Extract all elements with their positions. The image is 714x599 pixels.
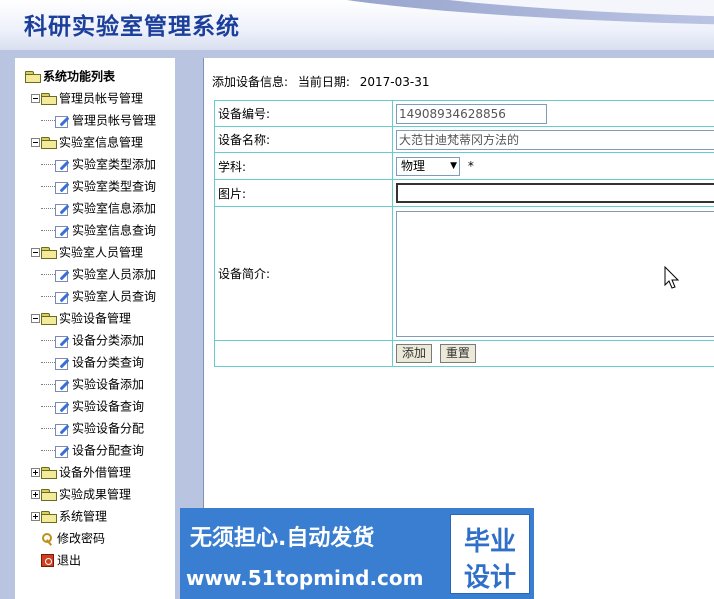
tree-item-assign-query[interactable]: 设备分配查询	[41, 440, 144, 460]
empty-cell	[214, 340, 393, 367]
tree-group-equipment[interactable]: 实验设备管理	[31, 308, 131, 328]
edit-page-icon	[55, 356, 70, 370]
info-line: 添加设备信息: 当前日期: 2017-03-31	[212, 73, 430, 90]
device-form: 设备编号: 设备名称: 学科: 物理 ▼ * 图片: 设备简介:	[214, 100, 714, 367]
folder-open-icon	[41, 137, 57, 149]
tree-item-lab-staff-add[interactable]: 实验室人员添加	[41, 264, 156, 284]
folder-icon	[41, 489, 57, 501]
subject-label: 学科:	[214, 152, 393, 180]
tree-item-lab-staff-query[interactable]: 实验室人员查询	[41, 286, 156, 306]
form-row: 添加 重置	[214, 340, 714, 367]
watermark-badge: 毕业 设计	[450, 514, 530, 594]
folder-open-icon	[41, 247, 57, 259]
edit-page-icon	[55, 378, 70, 392]
expand-icon[interactable]	[31, 490, 40, 499]
expand-icon[interactable]	[31, 512, 40, 521]
form-row: 设备简介:	[214, 206, 714, 341]
tree-root[interactable]: 系统功能列表	[25, 66, 115, 86]
edit-page-icon	[55, 202, 70, 216]
image-label: 图片:	[214, 179, 393, 207]
subject-selected-value: 物理	[401, 158, 426, 173]
form-row: 图片:	[214, 179, 714, 207]
form-cell: 添加 重置	[392, 340, 714, 367]
form-row: 设备编号:	[214, 100, 714, 127]
sidebar: 系统功能列表 管理员帐号管理 管理员帐号管理 实验室信息管理 实验室类型添加 实…	[15, 58, 175, 599]
folder-open-icon	[25, 71, 41, 83]
collapse-icon[interactable]	[31, 138, 40, 147]
intro-label: 设备简介:	[214, 206, 393, 341]
edit-page-icon	[55, 422, 70, 436]
edit-page-icon	[55, 290, 70, 304]
folder-open-icon	[41, 313, 57, 325]
edit-page-icon	[55, 268, 70, 282]
page-heading: 添加设备信息:	[212, 75, 289, 89]
tree-item-lab-type-add[interactable]: 实验室类型添加	[41, 154, 156, 174]
tree-item-admin-account[interactable]: 管理员帐号管理	[41, 110, 156, 130]
key-icon	[41, 532, 55, 546]
tree-item-lab-info-add[interactable]: 实验室信息添加	[41, 198, 156, 218]
watermark-line1: 无须担心.自动发货	[190, 526, 375, 551]
date-label: 当前日期:	[297, 75, 350, 89]
form-row: 学科: 物理 ▼ *	[214, 152, 714, 180]
watermark-badge-line2: 设计	[463, 563, 516, 593]
dropdown-arrow-icon: ▼	[450, 160, 457, 171]
mouse-cursor-icon	[664, 266, 680, 289]
header: 科研实验室管理系统	[0, 0, 714, 50]
edit-page-icon	[55, 114, 70, 128]
form-cell	[392, 100, 714, 127]
tree-item-equipment-query[interactable]: 实验设备查询	[41, 396, 144, 416]
exit-icon	[41, 554, 54, 567]
tree-root-label: 系统功能列表	[43, 69, 116, 84]
tree-item-lab-info-query[interactable]: 实验室信息查询	[41, 220, 156, 240]
watermark-badge-line1: 毕业	[463, 527, 516, 557]
image-input[interactable]	[396, 183, 714, 203]
device-id-input[interactable]	[396, 103, 547, 124]
tree-group-lab-info[interactable]: 实验室信息管理	[31, 132, 143, 152]
collapse-icon[interactable]	[31, 94, 40, 103]
tree-group-results[interactable]: 实验成果管理	[31, 484, 131, 504]
folder-icon	[41, 467, 57, 479]
app-title: 科研实验室管理系统	[24, 13, 240, 40]
required-mark: *	[467, 159, 474, 173]
watermark-banner: 无须担心.自动发货 www.51topmind.com 毕业 设计	[180, 508, 534, 599]
edit-page-icon	[55, 400, 70, 414]
tree-group-system[interactable]: 系统管理	[31, 506, 107, 526]
subject-select[interactable]: 物理 ▼	[396, 156, 460, 176]
date-value: 2017-03-31	[359, 74, 430, 89]
change-password-link[interactable]: 修改密码	[41, 528, 105, 548]
form-cell	[392, 179, 714, 207]
form-cell	[392, 126, 714, 153]
add-button[interactable]: 添加	[396, 344, 433, 363]
tree-item-equipment-add[interactable]: 实验设备添加	[41, 374, 144, 394]
tree-group-lending[interactable]: 设备外借管理	[31, 462, 131, 482]
tree-group-admin[interactable]: 管理员帐号管理	[31, 88, 143, 108]
folder-open-icon	[41, 93, 57, 105]
tree-group-lab-staff[interactable]: 实验室人员管理	[31, 242, 143, 262]
edit-page-icon	[55, 444, 70, 458]
form-cell: 物理 ▼ *	[392, 152, 714, 180]
edit-page-icon	[55, 180, 70, 194]
edit-page-icon	[55, 224, 70, 238]
expand-icon[interactable]	[31, 468, 40, 477]
device-name-label: 设备名称:	[214, 126, 393, 153]
collapse-icon[interactable]	[31, 248, 40, 257]
reset-button[interactable]: 重置	[439, 344, 476, 363]
collapse-icon[interactable]	[31, 314, 40, 323]
tree-item-category-add[interactable]: 设备分类添加	[41, 330, 144, 350]
logout-link[interactable]: 退出	[41, 550, 81, 570]
edit-page-icon	[55, 158, 70, 172]
folder-icon	[41, 511, 57, 523]
tree-item-equipment-assign[interactable]: 实验设备分配	[41, 418, 144, 438]
device-id-label: 设备编号:	[214, 100, 393, 127]
form-row: 设备名称:	[214, 126, 714, 153]
device-name-input[interactable]	[396, 129, 714, 150]
watermark-line2: www.51topmind.com	[186, 566, 424, 590]
tree-item-category-query[interactable]: 设备分类查询	[41, 352, 144, 372]
tree-item-lab-type-query[interactable]: 实验室类型查询	[41, 176, 156, 196]
edit-page-icon	[55, 334, 70, 348]
